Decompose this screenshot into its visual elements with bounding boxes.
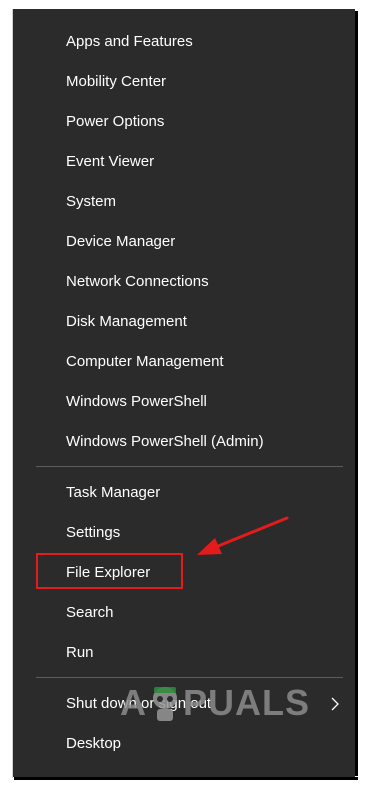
menu-item-apps-and-features[interactable]: Apps and Features [66, 22, 355, 62]
menu-item-network-connections[interactable]: Network Connections [66, 262, 355, 302]
chevron-right-icon [329, 684, 341, 724]
menu-item-power-options[interactable]: Power Options [66, 102, 355, 142]
watermark: A PUALS [120, 680, 330, 726]
menu-shadow-right [355, 11, 358, 776]
quick-link-menu: Apps and Features Mobility Center Power … [13, 9, 355, 777]
menu-separator [36, 677, 343, 678]
menu-item-computer-management[interactable]: Computer Management [66, 342, 355, 382]
menu-item-desktop[interactable]: Desktop [66, 724, 355, 764]
menu-item-event-viewer[interactable]: Event Viewer [66, 142, 355, 182]
menu-item-disk-management[interactable]: Disk Management [66, 302, 355, 342]
menu-item-windows-powershell[interactable]: Windows PowerShell [66, 382, 355, 422]
menu-item-windows-powershell-admin[interactable]: Windows PowerShell (Admin) [66, 422, 355, 462]
menu-separator [36, 466, 343, 467]
mascot-icon [149, 683, 181, 723]
red-arrow-icon [197, 516, 289, 555]
menu-shadow-bottom [14, 777, 358, 780]
menu-item-mobility-center[interactable]: Mobility Center [66, 62, 355, 102]
menu-item-task-manager[interactable]: Task Manager [66, 473, 355, 513]
watermark-text-right: PUALS [183, 682, 311, 723]
menu-item-search[interactable]: Search [66, 593, 355, 633]
highlight-box [36, 553, 183, 589]
menu-item-device-manager[interactable]: Device Manager [66, 222, 355, 262]
watermark-text-left: A [120, 682, 147, 723]
menu-item-run[interactable]: Run [66, 633, 355, 673]
menu-item-system[interactable]: System [66, 182, 355, 222]
